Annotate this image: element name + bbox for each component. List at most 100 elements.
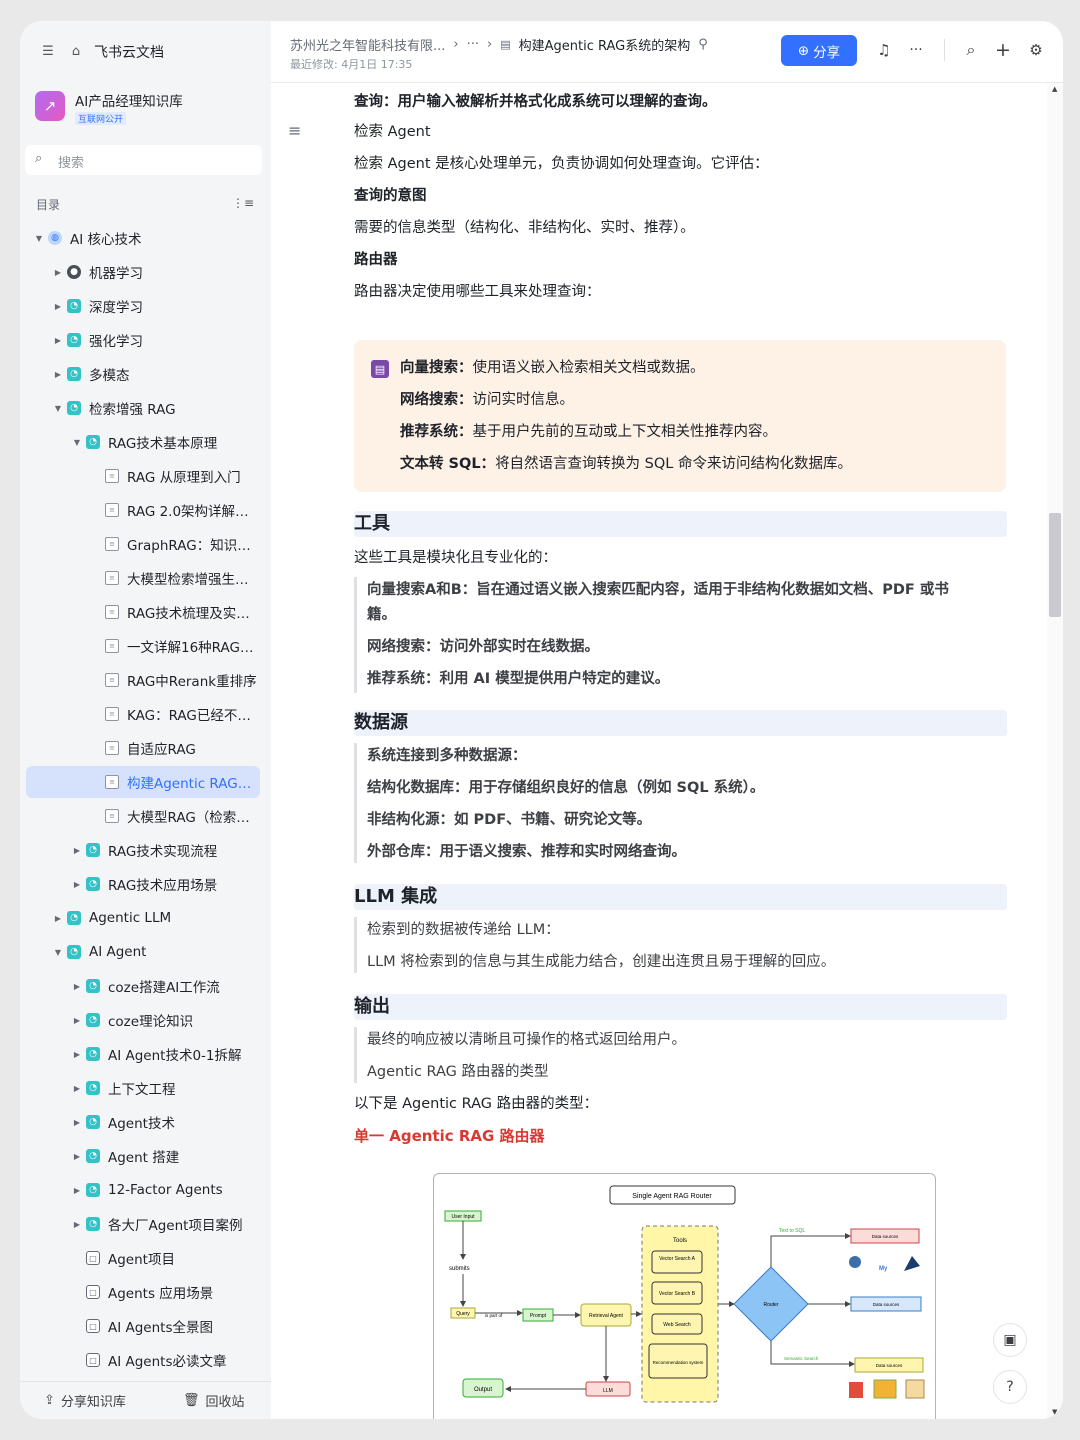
- quote-bar: [354, 1027, 357, 1083]
- sidebar-item[interactable]: ≡ 大模型RAG（检索增...: [26, 800, 260, 832]
- sidebar-item[interactable]: ≡ RAG 2.0架构详解：...: [26, 494, 260, 526]
- sidebar-item-label: Agent项目: [108, 1252, 175, 1268]
- comment-icon[interactable]: ▣: [993, 1323, 1027, 1357]
- sidebar-item[interactable]: □ AI Agents必读文章: [26, 1344, 260, 1376]
- sidebar-item[interactable]: ≡ KAG：RAG已经不够...: [26, 698, 260, 730]
- text-to-sql-label: Text to SQL: [779, 1228, 805, 1234]
- sidebar-item[interactable]: ▶ ◔ 强化学习: [26, 324, 260, 356]
- search-input[interactable]: ⌕ 搜索: [25, 145, 262, 175]
- chevron-right-icon[interactable]: ▶: [72, 880, 82, 889]
- sidebar-item[interactable]: ▶ ◔ AI Agent技术0-1拆解: [26, 1038, 260, 1070]
- p-intent: 查询的意图: [354, 188, 427, 204]
- chevron-right-icon[interactable]: ▶: [53, 336, 63, 345]
- chevron-down-icon[interactable]: ▼: [72, 438, 82, 447]
- scrollbar-thumb[interactable]: [1049, 513, 1061, 617]
- sidebar-item[interactable]: ≡ 自适应RAG: [26, 732, 260, 764]
- kb-title[interactable]: AI产品经理知识库: [75, 90, 183, 110]
- prompt-label: Prompt: [530, 1313, 547, 1319]
- breadcrumb-company[interactable]: 苏州光之年智能科技有限...: [290, 35, 445, 54]
- chevron-right-icon[interactable]: ▶: [72, 1152, 82, 1161]
- wiki-page-icon: ◔: [67, 401, 81, 415]
- sidebar-item[interactable]: ▶ ◔ coze搭建AI工作流: [26, 970, 260, 1002]
- sidebar-item[interactable]: ▼ ◔ AI Agent: [26, 936, 260, 968]
- brand-label[interactable]: 飞书云文档: [94, 42, 164, 62]
- sidebar-item[interactable]: ≡ GraphRAG：知识图...: [26, 528, 260, 560]
- search-icon[interactable]: ⌕: [960, 39, 982, 61]
- sidebar-item[interactable]: ▶ ◔ 深度学习: [26, 290, 260, 322]
- sidebar-item[interactable]: □ AI Agents全景图: [26, 1310, 260, 1342]
- sidebar-item[interactable]: ▶ ◔ Agent 搭建: [26, 1140, 260, 1172]
- query-label: Query: [456, 1311, 470, 1317]
- chevron-right-icon[interactable]: ▶: [53, 370, 63, 379]
- chevron-right-icon[interactable]: ▶: [72, 1186, 82, 1195]
- wiki-page-icon: ◔: [67, 945, 81, 959]
- gear-icon[interactable]: ⚙: [1025, 39, 1047, 61]
- collapse-sidebar-icon[interactable]: ☰: [39, 42, 57, 60]
- wiki-page-icon: ◔: [86, 435, 100, 449]
- home-icon[interactable]: ⌂: [67, 42, 85, 60]
- sidebar-item[interactable]: ≡ RAG 从原理到入门: [26, 460, 260, 492]
- share-kb-button[interactable]: ⇪ 分享知识库: [44, 1391, 126, 1410]
- callout-line: 网络搜索：访问实时信息。: [400, 392, 574, 408]
- sidebar-item[interactable]: ≡ RAG技术梳理及实践...: [26, 596, 260, 628]
- sidebar-item[interactable]: ≡ 一文详解16种RAG架...: [26, 630, 260, 662]
- chevron-right-icon[interactable]: ▶: [53, 914, 63, 923]
- chevron-down-icon[interactable]: ▼: [53, 948, 63, 957]
- sidebar-item[interactable]: □ Agents 应用场景: [26, 1276, 260, 1308]
- sidebar-item[interactable]: □ Agent项目: [26, 1242, 260, 1274]
- sidebar-item-label: RAG 2.0架构详解：...: [127, 504, 260, 520]
- sidebar-item[interactable]: ▶ ◔ RAG技术应用场景: [26, 868, 260, 900]
- help-icon[interactable]: ?: [993, 1370, 1027, 1404]
- sidebar-item-label: RAG技术应用场景: [108, 878, 218, 894]
- sidebar-item[interactable]: ▶ ◔ Agentic LLM: [26, 902, 260, 934]
- more-icon[interactable]: ···: [905, 39, 927, 61]
- chevron-right-icon[interactable]: ▶: [72, 1084, 82, 1093]
- breadcrumb-more[interactable]: ···: [467, 37, 479, 52]
- sidebar-item[interactable]: ▼ ◍ AI 核心技术: [26, 222, 260, 254]
- sidebar-item[interactable]: ▼ ◔ 检索增强 RAG: [26, 392, 260, 424]
- trash-button[interactable]: 🗑 回收站: [183, 1391, 245, 1410]
- chevron-right-icon[interactable]: ▶: [72, 982, 82, 991]
- chevron-right-icon[interactable]: ▶: [72, 1220, 82, 1229]
- breadcrumb-doc[interactable]: 构建Agentic RAG系统的架构: [519, 35, 691, 54]
- list-settings-icon[interactable]: ⋮≡: [232, 194, 254, 212]
- sidebar-item[interactable]: ▶ ◔ 各大厂Agent项目案例: [26, 1208, 260, 1240]
- bell-icon[interactable]: ♫: [873, 39, 895, 61]
- single-agent-rag-router-diagram[interactable]: Single Agent RAG Router User Input submi…: [433, 1173, 936, 1419]
- wiki-page-icon: ◔: [86, 1013, 100, 1027]
- sidebar-item[interactable]: ▶ ◔ RAG技术实现流程: [26, 834, 260, 866]
- sidebar-item-label: 上下文工程: [108, 1082, 176, 1098]
- chart-file-icon: [905, 1379, 925, 1399]
- outline-toggle-icon[interactable]: ≡: [288, 121, 301, 140]
- sidebar-item[interactable]: ▼ ◔ RAG技术基本原理: [26, 426, 260, 458]
- wiki-page-icon: ◔: [86, 1115, 100, 1129]
- scrollbar[interactable]: ▲ ▼: [1047, 83, 1063, 1419]
- chevron-right-icon[interactable]: ▶: [72, 846, 82, 855]
- sidebar-item[interactable]: ▶ ● 机器学习: [26, 256, 260, 288]
- sidebar-item[interactable]: ▶ ◔ coze理论知识: [26, 1004, 260, 1036]
- chevron-right-icon[interactable]: ▶: [72, 1016, 82, 1025]
- chevron-down-icon[interactable]: ▼: [53, 404, 63, 413]
- share-button[interactable]: ⊕ 分享: [781, 35, 857, 66]
- chevron-right-icon[interactable]: ▶: [72, 1118, 82, 1127]
- quote-line: 结构化数据库：用于存储组织良好的信息（例如 SQL 系统）。: [367, 780, 765, 796]
- robot-icon: ●: [67, 265, 81, 279]
- sidebar-item-label: coze理论知识: [108, 1014, 194, 1030]
- sidebar-item[interactable]: ▶ ◔ Agent技术: [26, 1106, 260, 1138]
- chevron-right-icon[interactable]: ▶: [53, 302, 63, 311]
- sidebar-item[interactable]: ▶ ◔ 上下文工程: [26, 1072, 260, 1104]
- document-icon: ≡: [105, 571, 119, 585]
- p-info-type: 需要的信息类型（结构化、非结构化、实时、推荐）。: [354, 220, 695, 236]
- sidebar-item[interactable]: ≡ RAG中Rerank重排序: [26, 664, 260, 696]
- scroll-up-icon[interactable]: ▲: [1052, 85, 1057, 93]
- sidebar-item[interactable]: ≡ 构建Agentic RAG系...: [26, 766, 260, 798]
- scroll-down-icon[interactable]: ▼: [1052, 1408, 1057, 1416]
- chevron-right-icon[interactable]: ▶: [72, 1050, 82, 1059]
- chevron-right-icon[interactable]: ▶: [53, 268, 63, 277]
- sidebar-item[interactable]: ▶ ◔ 12-Factor Agents: [26, 1174, 260, 1206]
- plus-icon[interactable]: +: [992, 39, 1014, 61]
- sidebar-item[interactable]: ≡ 大模型检索增强生成...: [26, 562, 260, 594]
- sidebar-item[interactable]: ▶ ◔ 多模态: [26, 358, 260, 390]
- chevron-down-icon[interactable]: ▼: [34, 234, 44, 243]
- pin-icon[interactable]: ⚲: [698, 37, 708, 52]
